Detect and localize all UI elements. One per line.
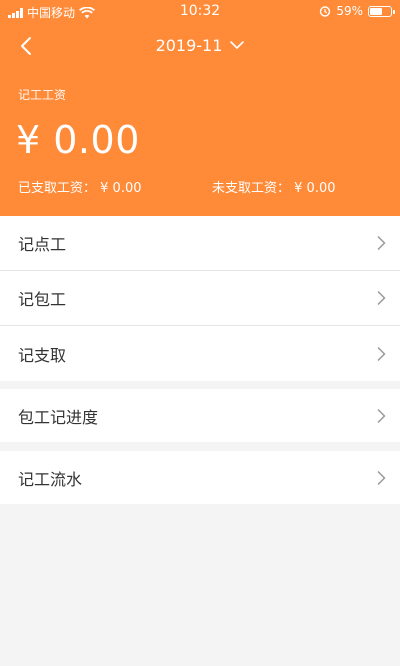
battery-percent: 59% (336, 4, 363, 18)
menu-item-label: 记点工 (18, 235, 67, 254)
status-bar: 中国移动 10:32 59% (0, 0, 400, 24)
battery-icon (368, 5, 395, 17)
menu-group-progress: 包工记进度 (0, 389, 400, 442)
menu-item-contract-progress[interactable]: 包工记进度 (0, 389, 400, 442)
unpaid-wage: 未支取工资： ¥ 0.00 (212, 177, 336, 196)
menu-item-label: 记支取 (18, 345, 67, 365)
menu-item-point-work[interactable]: 记点工 (0, 216, 400, 271)
unpaid-value: ¥ 0.00 (294, 181, 336, 196)
unpaid-label: 未支取工资： (212, 181, 291, 196)
paid-wage: 已支取工资： ¥ 0.00 (18, 177, 142, 196)
month-label: 2019-11 (155, 36, 223, 55)
paid-label: 已支取工资： (18, 181, 97, 196)
paid-value: ¥ 0.00 (100, 181, 142, 196)
chevron-right-icon (377, 235, 386, 251)
wage-amount: ¥ 0.00 (16, 118, 140, 162)
menu-item-label: 包工记进度 (18, 407, 99, 427)
chevron-right-icon (377, 346, 386, 361)
month-picker[interactable]: 2019-11 (0, 36, 400, 55)
chevron-right-icon (377, 470, 386, 485)
menu-item-work-ledger[interactable]: 记工流水 (0, 451, 400, 504)
menu-item-withdrawal[interactable]: 记支取 (0, 326, 400, 381)
menu-item-label: 记工流水 (18, 469, 83, 489)
chevron-right-icon (377, 408, 386, 423)
menu-group-ledger: 记工流水 (0, 451, 400, 504)
chevron-right-icon (377, 290, 386, 306)
header-panel: 中国移动 10:32 59% 2019-11 记工工资 ¥ 0.00 已支取工资… (0, 0, 400, 216)
alarm-icon (320, 6, 331, 17)
menu-item-contract-work[interactable]: 记包工 (0, 271, 400, 326)
menu-item-label: 记包工 (18, 290, 67, 309)
chevron-down-icon (230, 41, 245, 49)
wage-label: 记工工资 (18, 88, 67, 102)
menu-group-record: 记点工 记包工 记支取 (0, 216, 400, 381)
